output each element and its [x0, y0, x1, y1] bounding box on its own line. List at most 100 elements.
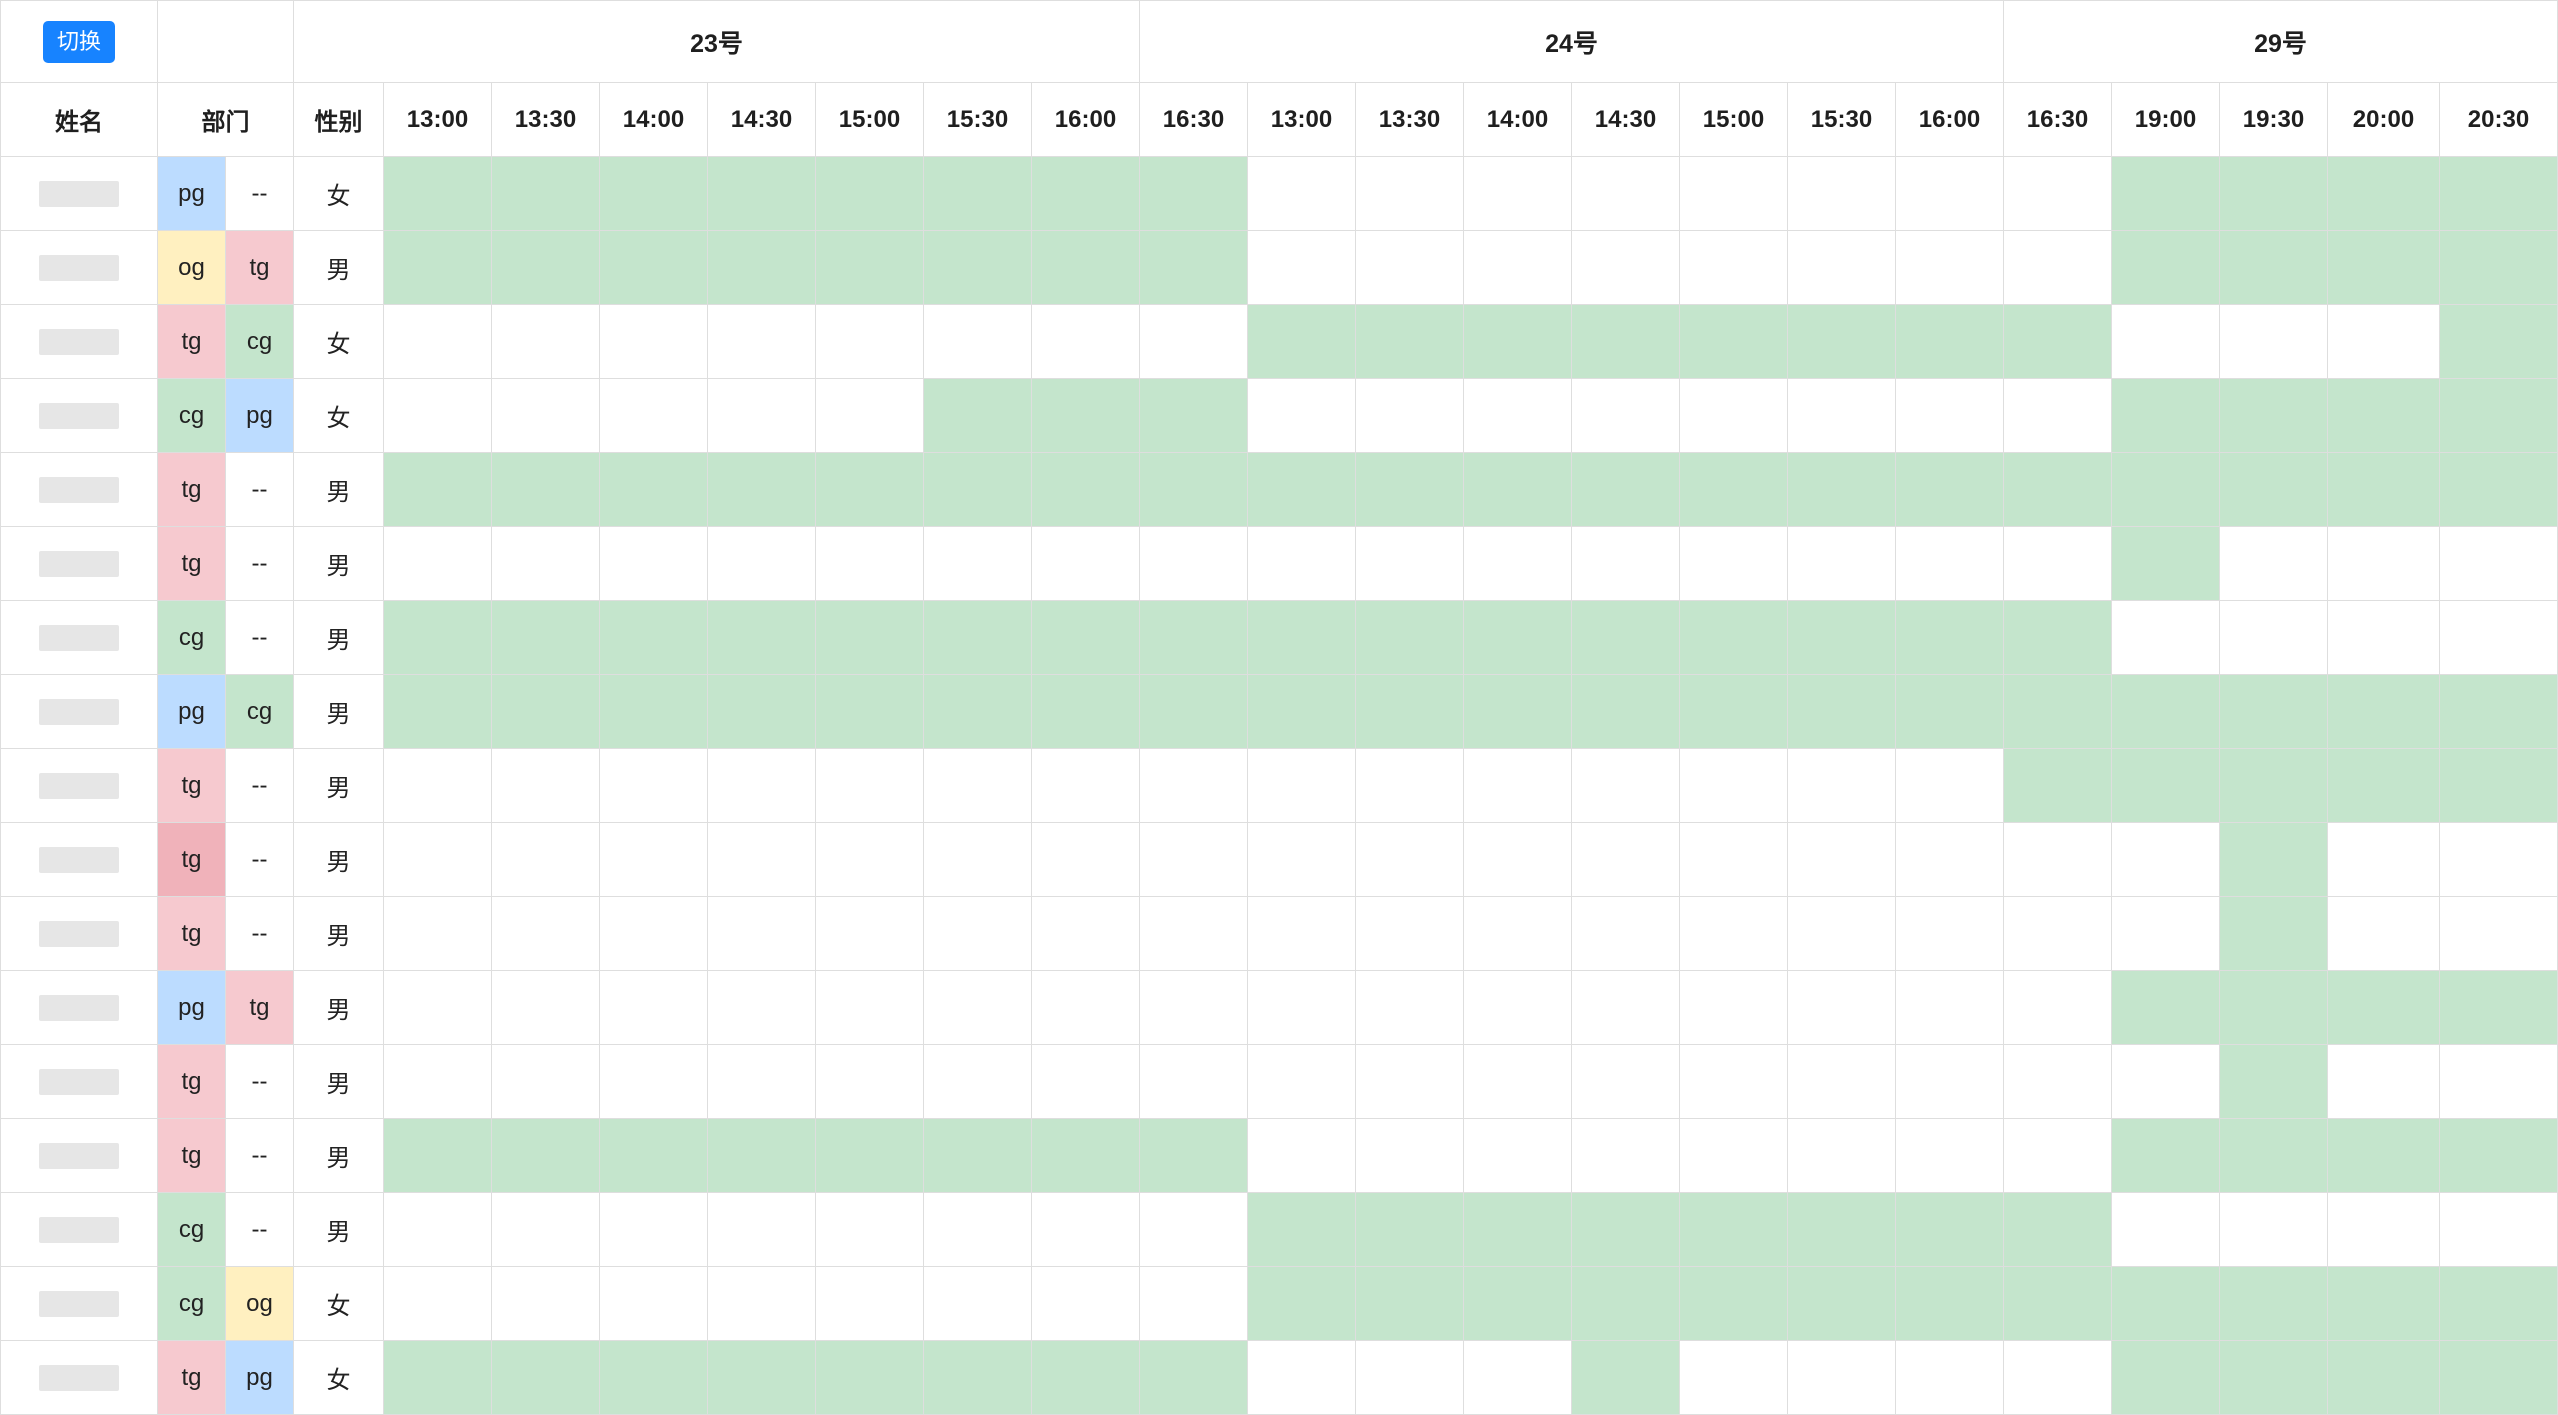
- slot-empty[interactable]: [600, 823, 708, 897]
- slot-available[interactable]: [1572, 675, 1680, 749]
- slot-available[interactable]: [1680, 675, 1788, 749]
- slot-empty[interactable]: [2328, 601, 2440, 675]
- slot-available[interactable]: [1896, 453, 2004, 527]
- slot-empty[interactable]: [2112, 305, 2220, 379]
- slot-available[interactable]: [2112, 971, 2220, 1045]
- slot-empty[interactable]: [1032, 823, 1140, 897]
- slot-available[interactable]: [492, 1341, 600, 1415]
- slot-empty[interactable]: [708, 379, 816, 453]
- slot-empty[interactable]: [1896, 527, 2004, 601]
- slot-empty[interactable]: [1464, 823, 1572, 897]
- slot-available[interactable]: [1248, 1193, 1356, 1267]
- slot-available[interactable]: [2440, 379, 2558, 453]
- slot-available[interactable]: [1032, 157, 1140, 231]
- slot-empty[interactable]: [2112, 601, 2220, 675]
- slot-available[interactable]: [384, 231, 492, 305]
- slot-empty[interactable]: [2440, 601, 2558, 675]
- slot-available[interactable]: [2328, 971, 2440, 1045]
- slot-available[interactable]: [1788, 305, 1896, 379]
- slot-empty[interactable]: [1788, 1045, 1896, 1119]
- slot-empty[interactable]: [1464, 971, 1572, 1045]
- slot-available[interactable]: [492, 231, 600, 305]
- slot-available[interactable]: [1140, 675, 1248, 749]
- slot-empty[interactable]: [1140, 305, 1248, 379]
- slot-empty[interactable]: [2004, 379, 2112, 453]
- slot-available[interactable]: [1572, 305, 1680, 379]
- slot-available[interactable]: [2220, 675, 2328, 749]
- slot-empty[interactable]: [2112, 897, 2220, 971]
- slot-available[interactable]: [1356, 601, 1464, 675]
- slot-available[interactable]: [600, 453, 708, 527]
- slot-empty[interactable]: [2328, 823, 2440, 897]
- slot-available[interactable]: [600, 601, 708, 675]
- slot-available[interactable]: [1464, 601, 1572, 675]
- slot-empty[interactable]: [600, 527, 708, 601]
- slot-empty[interactable]: [1032, 971, 1140, 1045]
- slot-available[interactable]: [1140, 231, 1248, 305]
- slot-available[interactable]: [1140, 453, 1248, 527]
- slot-empty[interactable]: [600, 897, 708, 971]
- slot-available[interactable]: [600, 157, 708, 231]
- slot-empty[interactable]: [2440, 1045, 2558, 1119]
- slot-empty[interactable]: [1680, 231, 1788, 305]
- slot-empty[interactable]: [1464, 749, 1572, 823]
- slot-available[interactable]: [1248, 305, 1356, 379]
- slot-available[interactable]: [1356, 675, 1464, 749]
- slot-empty[interactable]: [600, 971, 708, 1045]
- slot-empty[interactable]: [1680, 823, 1788, 897]
- slot-empty[interactable]: [1788, 231, 1896, 305]
- toggle-button[interactable]: 切换: [42, 20, 115, 63]
- slot-available[interactable]: [1032, 453, 1140, 527]
- slot-empty[interactable]: [2328, 1193, 2440, 1267]
- slot-empty[interactable]: [492, 823, 600, 897]
- slot-available[interactable]: [2220, 897, 2328, 971]
- slot-available[interactable]: [2328, 453, 2440, 527]
- slot-available[interactable]: [2112, 453, 2220, 527]
- slot-available[interactable]: [816, 157, 924, 231]
- slot-empty[interactable]: [1788, 897, 1896, 971]
- slot-empty[interactable]: [816, 379, 924, 453]
- slot-empty[interactable]: [1572, 379, 1680, 453]
- slot-empty[interactable]: [1356, 971, 1464, 1045]
- slot-available[interactable]: [924, 231, 1032, 305]
- slot-available[interactable]: [2220, 379, 2328, 453]
- slot-available[interactable]: [2440, 971, 2558, 1045]
- slot-empty[interactable]: [1032, 527, 1140, 601]
- slot-empty[interactable]: [1032, 1267, 1140, 1341]
- slot-available[interactable]: [1788, 601, 1896, 675]
- slot-empty[interactable]: [816, 527, 924, 601]
- slot-empty[interactable]: [1356, 1119, 1464, 1193]
- slot-empty[interactable]: [2440, 527, 2558, 601]
- slot-available[interactable]: [384, 601, 492, 675]
- slot-available[interactable]: [2440, 1341, 2558, 1415]
- slot-empty[interactable]: [600, 1193, 708, 1267]
- slot-empty[interactable]: [492, 527, 600, 601]
- slot-empty[interactable]: [708, 971, 816, 1045]
- slot-empty[interactable]: [1140, 1267, 1248, 1341]
- slot-available[interactable]: [2004, 305, 2112, 379]
- slot-empty[interactable]: [1896, 897, 2004, 971]
- slot-empty[interactable]: [1572, 231, 1680, 305]
- slot-empty[interactable]: [708, 527, 816, 601]
- slot-available[interactable]: [492, 601, 600, 675]
- slot-available[interactable]: [2112, 379, 2220, 453]
- slot-empty[interactable]: [816, 823, 924, 897]
- slot-empty[interactable]: [924, 823, 1032, 897]
- slot-empty[interactable]: [1248, 231, 1356, 305]
- slot-empty[interactable]: [1680, 379, 1788, 453]
- slot-available[interactable]: [2220, 749, 2328, 823]
- slot-empty[interactable]: [1464, 897, 1572, 971]
- slot-available[interactable]: [1680, 453, 1788, 527]
- slot-available[interactable]: [708, 453, 816, 527]
- slot-empty[interactable]: [1788, 823, 1896, 897]
- slot-empty[interactable]: [708, 305, 816, 379]
- slot-available[interactable]: [2220, 231, 2328, 305]
- slot-empty[interactable]: [2328, 1045, 2440, 1119]
- slot-available[interactable]: [1572, 1267, 1680, 1341]
- slot-empty[interactable]: [1788, 379, 1896, 453]
- slot-available[interactable]: [384, 1341, 492, 1415]
- slot-empty[interactable]: [384, 1045, 492, 1119]
- slot-available[interactable]: [1680, 601, 1788, 675]
- slot-available[interactable]: [2440, 675, 2558, 749]
- slot-available[interactable]: [924, 157, 1032, 231]
